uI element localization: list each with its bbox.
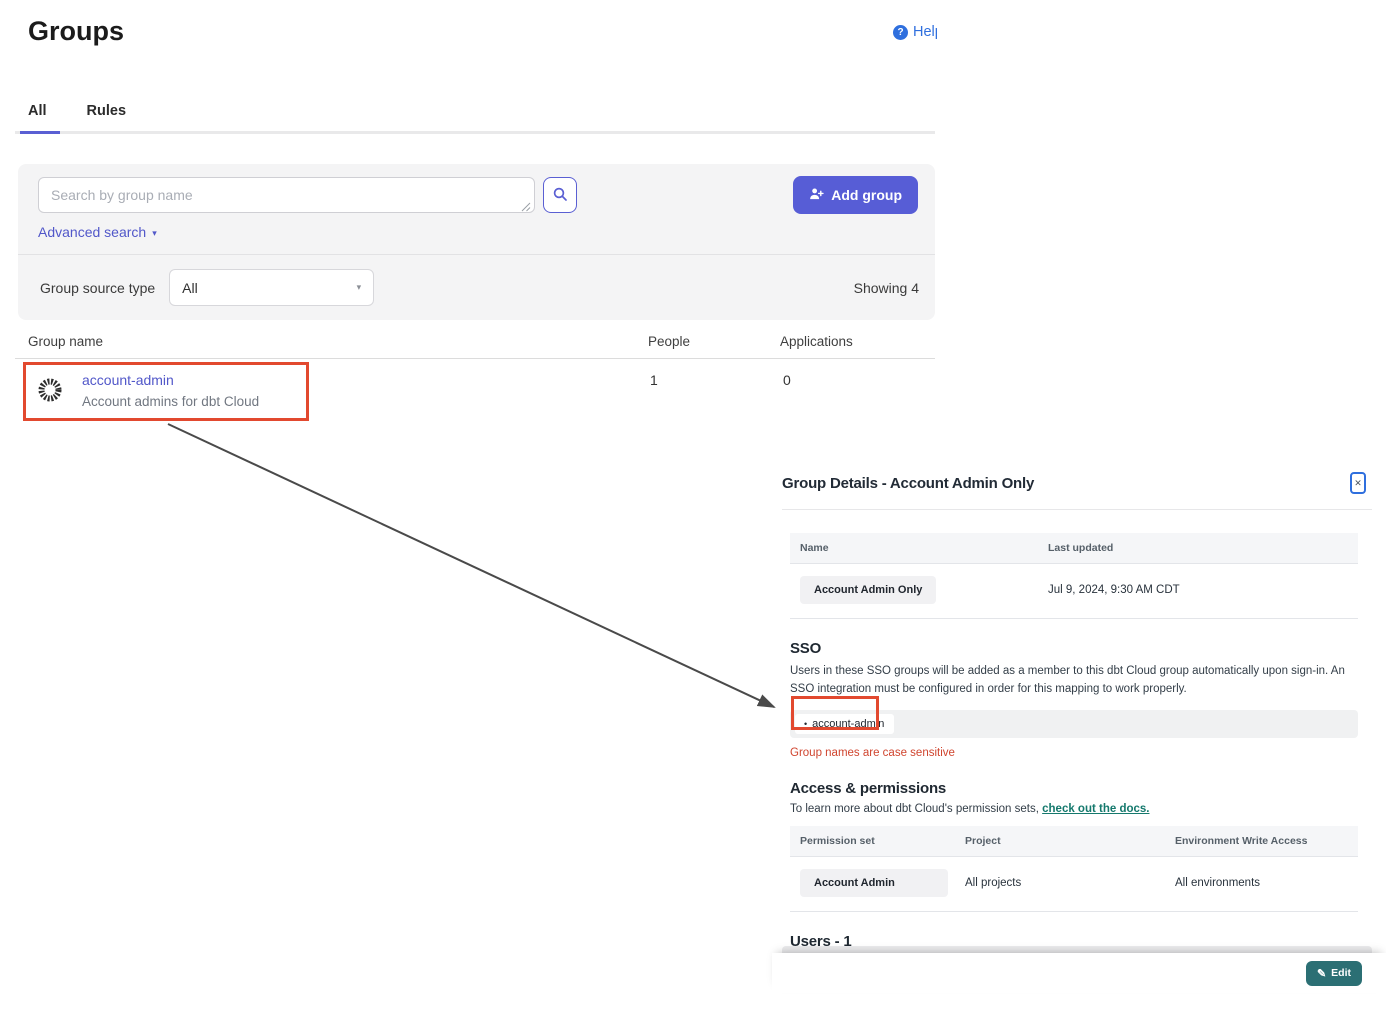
edit-button[interactable]: ✎ Edit — [1306, 961, 1362, 986]
group-name-chip: Account Admin Only — [800, 576, 936, 604]
group-applications-count: 0 — [783, 372, 791, 388]
panel-footer: ✎ Edit — [772, 953, 1386, 993]
sso-heading: SSO — [790, 640, 1372, 657]
pencil-icon: ✎ — [1317, 967, 1326, 980]
filter-panel: Add group Advanced search ▾ Group source… — [18, 164, 935, 320]
group-burst-icon — [36, 376, 64, 409]
column-environment-write-access: Environment Write Access — [1175, 835, 1348, 847]
sso-description: Users in these SSO groups will be added … — [790, 663, 1362, 699]
page-title: Groups — [28, 16, 124, 47]
add-group-button[interactable]: Add group — [793, 176, 918, 214]
tab-rules[interactable]: Rules — [87, 103, 127, 119]
group-source-type-value: All — [182, 280, 198, 296]
access-permissions-heading: Access & permissions — [790, 780, 1372, 797]
last-updated-value: Jul 9, 2024, 9:30 AM CDT — [1048, 584, 1348, 596]
name-table-header: Name Last updated — [790, 533, 1358, 564]
groups-page: Groups ? Help All Rules Add group — [0, 0, 1386, 1009]
table-row: Account Admin Only Jul 9, 2024, 9:30 AM … — [790, 564, 1358, 619]
bullet-icon: • — [804, 719, 807, 729]
name-table: Name Last updated Account Admin Only Jul… — [790, 533, 1358, 619]
column-name: Name — [800, 542, 1048, 554]
group-name-link[interactable]: account-admin — [82, 372, 174, 388]
add-user-icon — [809, 187, 824, 204]
users-table-top-sliver — [782, 946, 1372, 953]
panel-header: Group Details - Account Admin Only ✕ — [782, 462, 1372, 509]
project-value: All projects — [965, 877, 1175, 889]
caret-down-icon: ▾ — [357, 282, 362, 293]
column-last-updated: Last updated — [1048, 542, 1348, 554]
column-group-name: Group name — [28, 334, 103, 349]
case-sensitive-warning: Group names are case sensitive — [790, 747, 1372, 759]
tab-underline — [15, 131, 935, 134]
group-description: Account admins for dbt Cloud — [82, 394, 259, 409]
help-link[interactable]: ? Help — [893, 24, 937, 40]
group-people-count: 1 — [650, 372, 658, 388]
panel-title: Group Details - Account Admin Only — [782, 475, 1034, 492]
close-icon[interactable]: ✕ — [1350, 472, 1366, 494]
table-row[interactable]: account-admin Account admins for dbt Clo… — [28, 362, 935, 422]
search-input[interactable] — [38, 177, 535, 213]
tab-bar: All Rules — [28, 103, 126, 119]
table-row: Account Admin All projects All environme… — [790, 857, 1358, 912]
sso-group-chip: • account-admin — [795, 714, 894, 734]
group-source-type-label: Group source type — [40, 280, 155, 296]
permissions-table: Permission set Project Environment Write… — [790, 826, 1358, 912]
column-permission-set: Permission set — [800, 835, 965, 847]
active-tab-indicator — [20, 131, 60, 134]
sso-group-name: account-admin — [812, 718, 884, 730]
group-source-type-row: Group source type All ▾ Showing 4 — [18, 255, 935, 320]
search-row: Add group Advanced search ▾ — [18, 164, 935, 255]
showing-count: Showing 4 — [854, 280, 919, 296]
table-header-divider — [15, 358, 935, 359]
column-project: Project — [965, 835, 1175, 847]
panel-divider — [782, 509, 1372, 510]
caret-down-icon: ▾ — [152, 226, 157, 239]
column-applications: Applications — [780, 334, 853, 349]
permissions-table-header: Permission set Project Environment Write… — [790, 826, 1358, 857]
access-permissions-description: To learn more about dbt Cloud's permissi… — [790, 803, 1372, 815]
tab-all[interactable]: All — [28, 103, 47, 119]
environment-write-access-value: All environments — [1175, 877, 1348, 889]
edit-button-label: Edit — [1331, 967, 1351, 979]
add-group-label: Add group — [831, 187, 902, 203]
help-icon: ? — [893, 25, 908, 40]
help-label: Help — [913, 24, 937, 40]
group-details-panel: Group Details - Account Admin Only ✕ Nam… — [782, 462, 1372, 956]
group-source-type-select[interactable]: All ▾ — [169, 269, 374, 306]
column-people: People — [648, 334, 690, 349]
advanced-search-link[interactable]: Advanced search ▾ — [38, 224, 157, 240]
sso-groups-bar: • account-admin — [790, 710, 1358, 738]
permission-set-chip: Account Admin — [800, 869, 948, 897]
search-button[interactable] — [543, 177, 577, 213]
search-icon — [552, 186, 568, 205]
docs-link[interactable]: check out the docs. — [1042, 803, 1149, 815]
